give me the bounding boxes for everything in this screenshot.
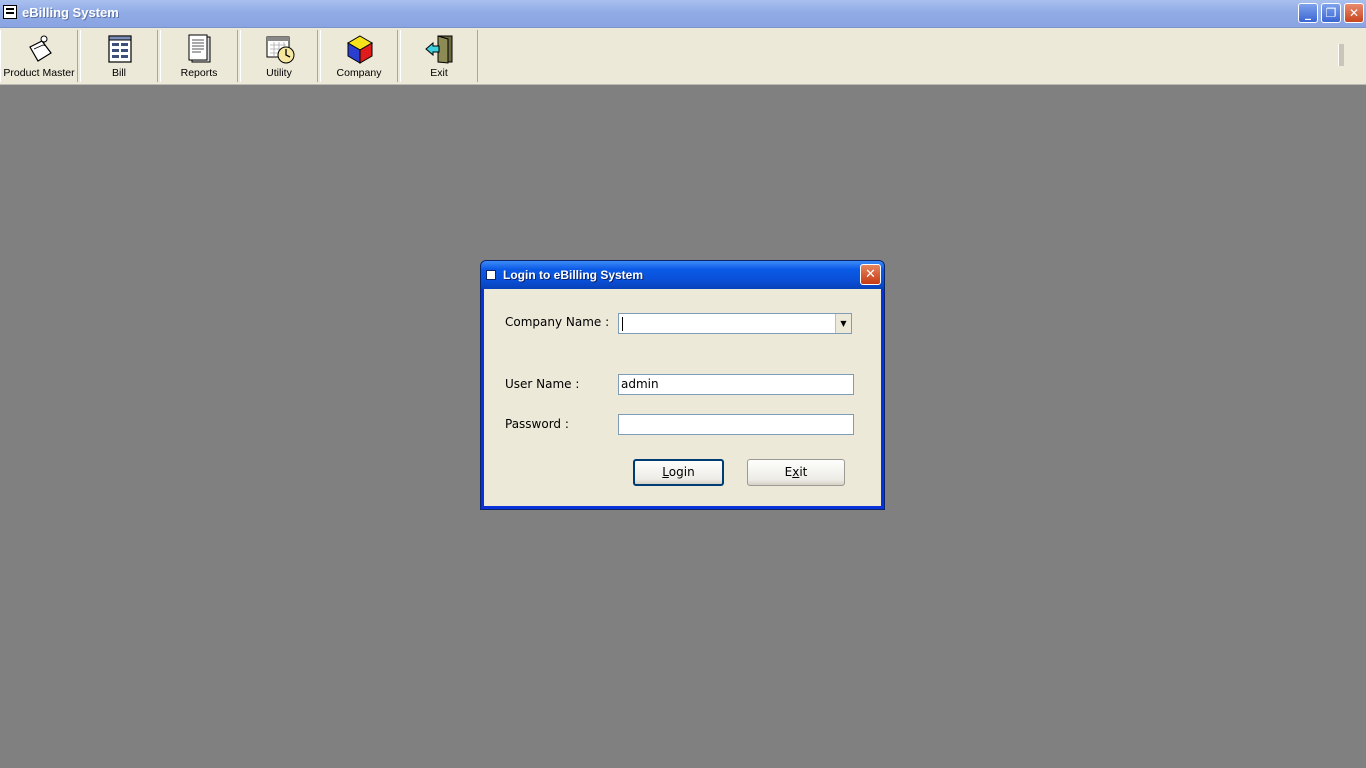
password-input[interactable] [618,414,854,435]
product-master-icon [29,35,52,62]
password-label: Password : [505,417,569,431]
company-name-label: Company Name : [505,315,610,329]
login-button[interactable]: Login [633,459,724,486]
toolbar-label: Reports [180,67,218,79]
utility-icon [266,36,295,64]
minimize-button[interactable]: _ [1298,3,1318,23]
toolbar-label: Bill [111,67,126,79]
dialog-close-button[interactable]: ✕ [860,264,881,285]
dialog-window-icon [486,270,496,280]
dialog-title-bar: Login to eBilling System ✕ [481,261,884,289]
close-button[interactable]: ✕ [1344,3,1364,23]
company-name-combobox[interactable]: ▼ [618,313,852,334]
main-toolbar: Product Master Bill Reports Utility Comp… [0,28,1366,85]
toolbar-grip[interactable] [1338,44,1344,66]
user-name-label: User Name : [505,377,580,391]
toolbar-product-master-button[interactable]: Product Master [0,30,78,82]
restore-button[interactable]: ❐ [1321,3,1341,23]
toolbar-company-button[interactable]: Company [320,30,398,82]
user-name-value: admin [621,377,659,391]
toolbar-label: Exit [430,67,448,79]
toolbar-reports-button[interactable]: Reports [160,30,238,82]
exit-button-text: it [799,465,808,479]
toolbar-exit-button[interactable]: Exit [400,30,478,82]
app-icon[interactable] [3,5,17,19]
dialog-title: Login to eBilling System [503,268,644,282]
dialog-body: Company Name : ▼ User Name : admin Passw… [484,289,881,506]
company-icon [347,35,373,64]
exit-door-icon [425,35,453,64]
bill-icon [108,35,132,63]
user-name-input[interactable]: admin [618,374,854,395]
exit-button[interactable]: Exit [747,459,845,486]
app-title: eBilling System [22,5,119,20]
toolbar-utility-button[interactable]: Utility [240,30,318,82]
login-button-text: ogin [668,465,695,479]
toolbar-label: Product Master [3,67,75,79]
dropdown-arrow-icon[interactable]: ▼ [835,314,851,333]
main-title-bar: eBilling System _ ❐ ✕ [0,0,1366,28]
reports-icon [188,34,211,63]
text-caret [622,317,623,331]
toolbar-label: Company [336,67,382,79]
toolbar-bill-button[interactable]: Bill [80,30,158,82]
login-dialog: Login to eBilling System ✕ Company Name … [480,260,885,510]
toolbar-label: Utility [266,67,292,79]
